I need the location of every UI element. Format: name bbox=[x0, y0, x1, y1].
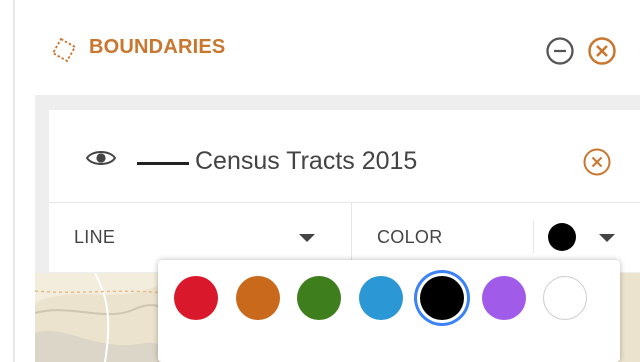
current-color-swatch bbox=[548, 223, 576, 251]
chevron-down-icon bbox=[299, 234, 315, 242]
panel-title: BOUNDARIES bbox=[89, 36, 226, 58]
close-panel-button[interactable] bbox=[586, 35, 618, 67]
color-label: COLOR bbox=[377, 227, 443, 247]
circle-minus-icon bbox=[546, 37, 574, 65]
color-divider bbox=[533, 221, 534, 253]
eye-icon[interactable] bbox=[85, 146, 117, 170]
color-swatch-6[interactable] bbox=[543, 276, 587, 320]
circle-x-icon bbox=[583, 148, 611, 176]
circle-x-icon bbox=[588, 37, 616, 65]
layer-row: Census Tracts 2015 bbox=[49, 110, 640, 203]
color-swatch-1[interactable] bbox=[235, 276, 280, 320]
color-swatch-0[interactable] bbox=[174, 276, 218, 320]
color-swatch-3[interactable] bbox=[358, 276, 403, 320]
color-swatch-5[interactable] bbox=[481, 276, 526, 320]
dashed-polygon-icon bbox=[51, 37, 77, 63]
panel-header: BOUNDARIES bbox=[15, 0, 640, 95]
chevron-down-icon bbox=[599, 234, 615, 242]
color-swatch-4[interactable] bbox=[420, 276, 464, 320]
minimize-panel-button[interactable] bbox=[544, 35, 576, 67]
remove-layer-button[interactable] bbox=[581, 146, 613, 178]
layer-name: Census Tracts 2015 bbox=[195, 147, 418, 175]
line-label: LINE bbox=[74, 227, 116, 247]
line-style-sample bbox=[137, 162, 189, 165]
layer-card: Census Tracts 2015 LINE COLOR bbox=[49, 110, 640, 272]
color-swatch-2[interactable] bbox=[297, 276, 341, 320]
color-palette-popup bbox=[158, 260, 620, 362]
